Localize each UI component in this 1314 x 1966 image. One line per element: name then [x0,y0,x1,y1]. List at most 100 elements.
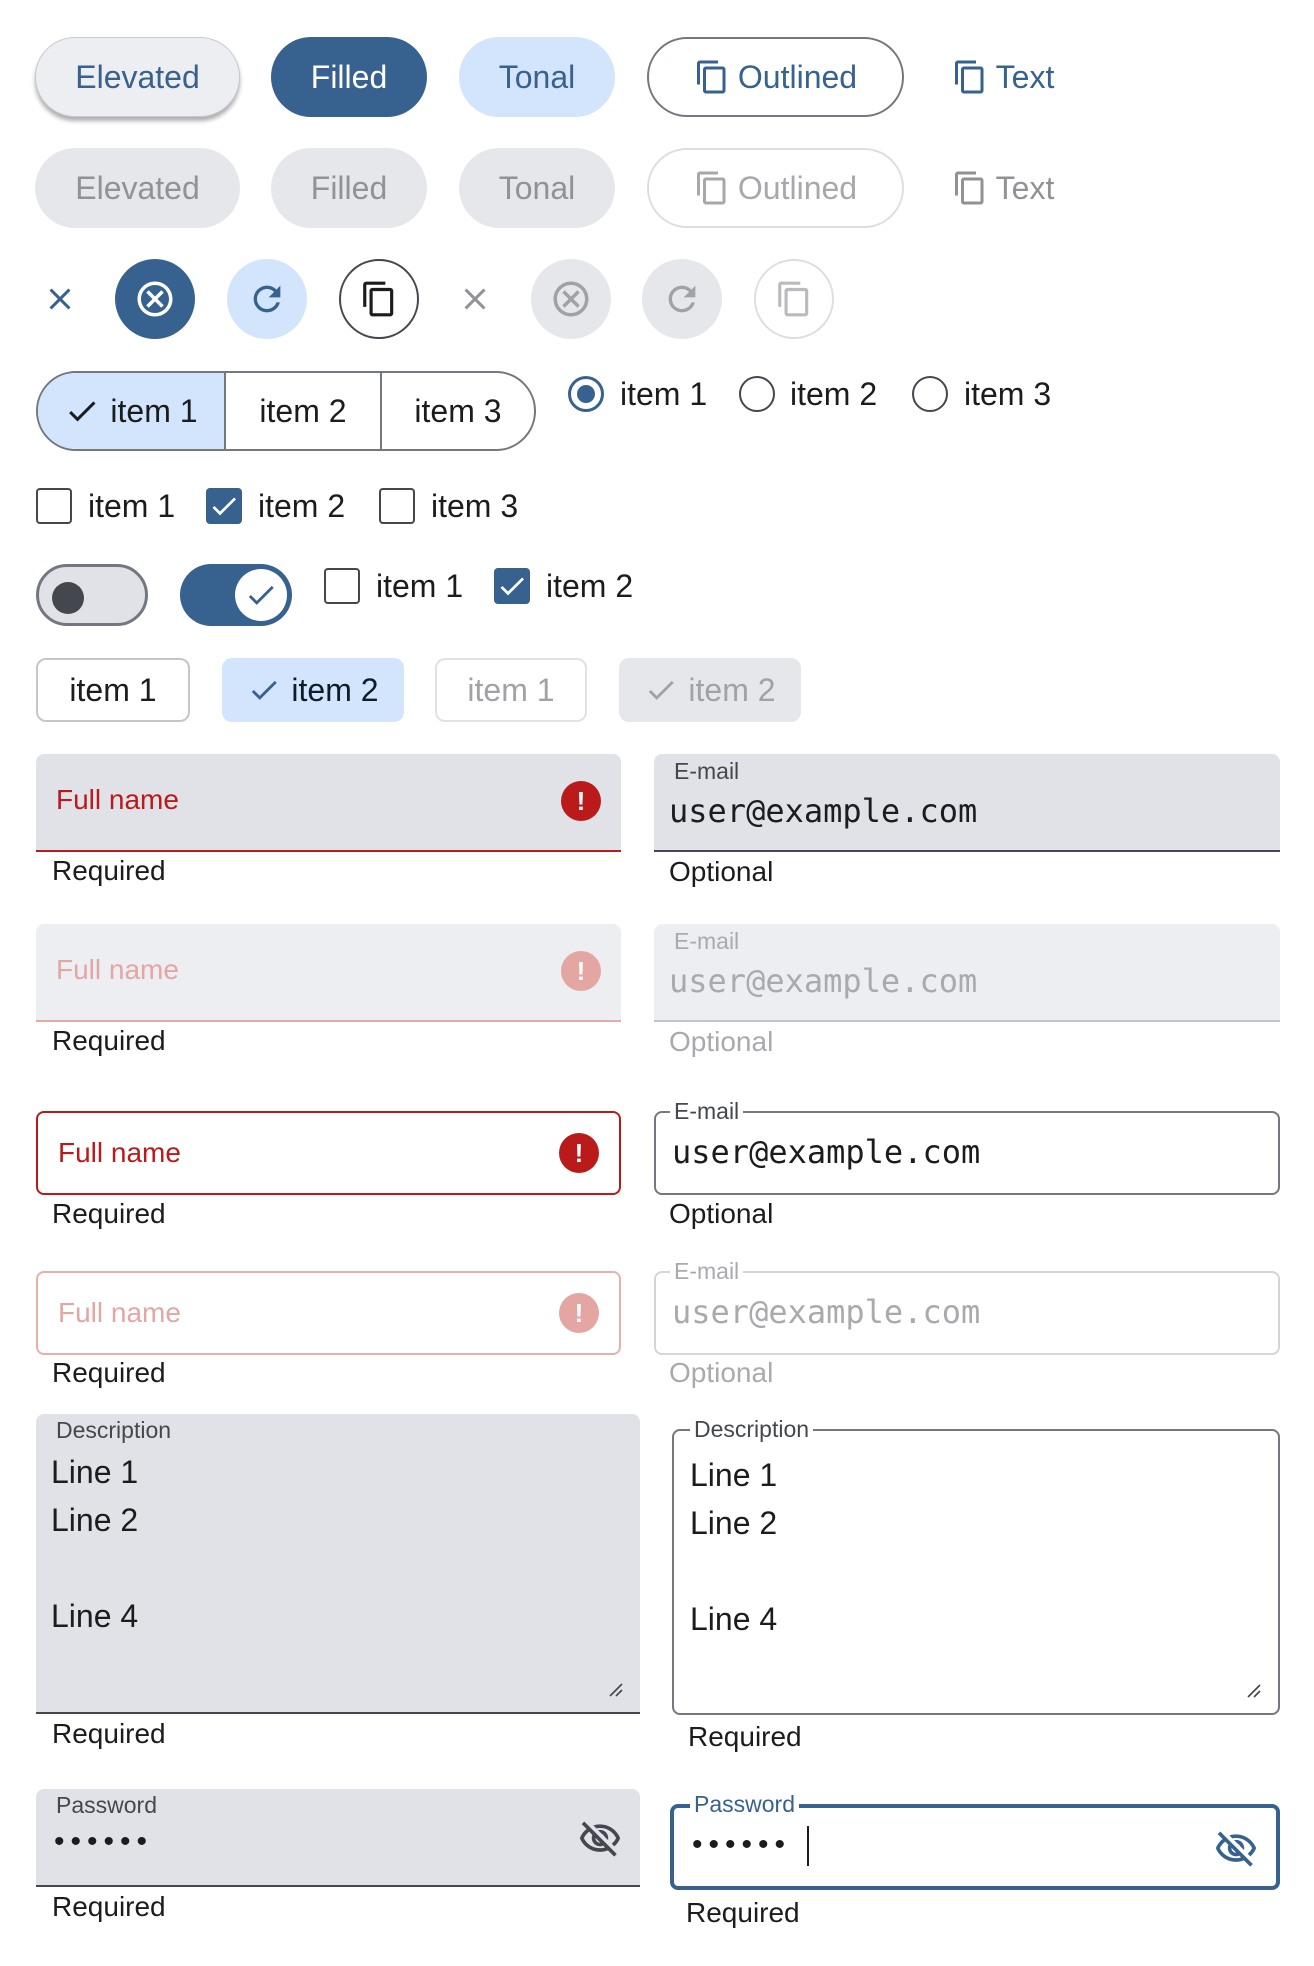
filled-button[interactable]: Filled [271,37,427,117]
fullname-filled-field[interactable]: Full name ! [36,754,621,852]
visibility-off-icon[interactable] [578,1817,622,1861]
password-value: •••••• [692,1828,792,1861]
switch-on[interactable] [180,564,292,626]
email-label: E-mail [674,928,740,954]
close-icon-button[interactable] [20,259,100,339]
checkbox-label: item 2 [546,568,634,604]
checkbox-item-1[interactable] [36,488,72,524]
email-supporting-text: Optional [669,1357,774,1388]
checkbox-label: item 1 [376,568,464,604]
textarea-line: Line 4 [51,1598,139,1634]
resize-handle-icon[interactable] [1244,1681,1262,1699]
check-icon [247,673,281,707]
description-label: Description [56,1417,172,1443]
checkbox-item-2[interactable] [206,488,242,524]
email-value: user@example.com [672,1293,981,1331]
check-icon [496,570,528,602]
switch-checkbox-item-1[interactable] [324,568,360,604]
elevated-button-label: Elevated [75,169,200,206]
description-filled-textarea[interactable]: Description Line 1 Line 2 Line 4 [36,1414,640,1714]
email-outlined-field[interactable]: E-mail user@example.com [654,1098,1280,1195]
chip-item-2-selected[interactable]: item 2 [222,658,404,722]
email-label: E-mail [670,1098,744,1125]
chip-item-2-disabled: item 2 [619,658,801,722]
cancel-icon-button-disabled [531,259,611,339]
outlined-button[interactable]: Outlined [647,37,904,117]
elevated-button-label: Elevated [75,58,200,95]
elevated-button[interactable]: Elevated [35,37,240,117]
refresh-icon-button[interactable] [227,259,307,339]
email-value: user@example.com [669,792,978,830]
radio-item-2[interactable] [739,376,775,412]
textarea-line: Line 1 [690,1457,778,1493]
segmented-button: item 1 item 2 item 3 [36,371,536,451]
description-label: Description [690,1416,814,1443]
filled-button-label: Filled [310,58,388,95]
switch-checkbox-item-2[interactable] [494,568,530,604]
checkbox-label: item 2 [258,488,346,524]
close-icon-button-disabled [435,259,515,339]
segment-item-2[interactable]: item 2 [224,373,380,449]
tonal-button[interactable]: Tonal [459,37,615,117]
radio-label: item 1 [620,376,708,412]
filled-button-label: Filled [310,169,388,206]
description-outlined-textarea[interactable]: Description Line 1 Line 2 Line 4 [672,1416,1280,1715]
fullname-placeholder: Full name [58,1137,181,1168]
password-filled-field[interactable]: Password •••••• [36,1789,640,1887]
outlined-button-disabled: Outlined [647,148,904,228]
segment-label: item 2 [259,392,347,429]
switch-off[interactable] [36,564,148,626]
copy-icon-button[interactable] [339,259,419,339]
fullname-placeholder: Full name [56,954,179,985]
password-outlined-field[interactable]: Password •••••• [670,1791,1280,1890]
copy-icon [694,59,730,95]
email-value: user@example.com [672,1133,981,1171]
outlined-button-label: Outlined [737,58,858,95]
textarea-line: Line 1 [51,1454,139,1490]
refresh-icon [247,279,287,319]
text-button[interactable]: Text [936,37,1070,117]
cancel-icon-button[interactable] [115,259,195,339]
fullname-placeholder: Full name [56,784,179,815]
visibility-off-icon[interactable] [1214,1827,1258,1871]
chip-item-1[interactable]: item 1 [36,658,190,722]
copy-icon [952,170,988,206]
email-filled-field-disabled: E-mail user@example.com [654,924,1280,1022]
radio-item-1[interactable] [568,376,604,412]
error-icon: ! [561,781,601,821]
chip-label: item 2 [291,671,379,708]
copy-icon [694,170,730,206]
password-label: Password [690,1791,799,1818]
radio-item-3[interactable] [912,376,948,412]
chip-label: item 1 [69,671,157,708]
filled-button-disabled: Filled [271,148,427,228]
checkbox-label: item 1 [88,488,176,524]
text-button-disabled: Text [936,148,1070,228]
tonal-button-label: Tonal [498,169,576,206]
email-filled-field[interactable]: E-mail user@example.com [654,754,1280,852]
error-icon: ! [559,1293,599,1333]
resize-handle-icon[interactable] [606,1680,624,1698]
elevated-button-disabled: Elevated [35,148,240,228]
password-supporting-text: Required [52,1891,166,1922]
email-value: user@example.com [669,962,978,1000]
close-icon [457,281,493,317]
check-icon [64,393,100,429]
refresh-icon [662,279,702,319]
segment-item-1[interactable]: item 1 [38,373,224,449]
checkbox-item-3[interactable] [379,488,415,524]
segment-item-3[interactable]: item 3 [380,373,534,449]
email-supporting-text: Optional [669,1026,774,1057]
description-supporting-text: Required [52,1718,166,1749]
password-supporting-text: Required [686,1897,800,1928]
fullname-supporting-text: Required [52,1198,166,1229]
fullname-supporting-text: Required [52,1025,166,1056]
fullname-placeholder: Full name [58,1297,181,1328]
checkbox-label: item 3 [431,488,519,524]
outlined-button-label: Outlined [737,169,858,206]
copy-icon [952,59,988,95]
tonal-button-disabled: Tonal [459,148,615,228]
fullname-outlined-field[interactable]: Full name ! [36,1111,621,1195]
email-supporting-text: Optional [669,1198,774,1229]
switch-knob [235,569,287,621]
